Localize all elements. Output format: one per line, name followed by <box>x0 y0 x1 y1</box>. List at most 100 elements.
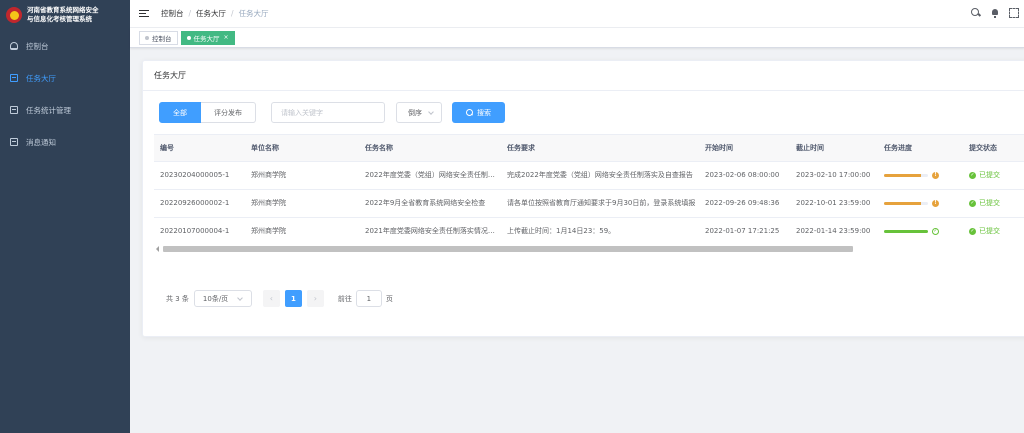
goto-label: 前往 <box>337 294 352 303</box>
page-unit-label: 页 <box>385 294 393 303</box>
dashboard-icon <box>10 42 18 50</box>
warning-circle-icon: ! <box>932 171 939 179</box>
breadcrumb: 控制台 / 任务大厅 / 任务大厅 <box>161 8 269 19</box>
tag-dot-icon <box>186 35 191 40</box>
cell-requirement: 请各单位按照省教育厅通知要求于9月30日前，登录系统填报 <box>501 189 699 218</box>
navbar-actions <box>971 8 1019 18</box>
tag-task-hall[interactable]: 任务大厅 × <box>180 30 235 45</box>
document-icon <box>10 106 18 114</box>
filter-all-button[interactable]: 全部 <box>159 102 201 123</box>
cell-requirement: 完成2022年度党委（党组）网络安全责任制落实及自查报告 <box>501 161 699 190</box>
status-text: 已提交 <box>979 199 1000 207</box>
breadcrumb-current: 任务大厅 <box>238 9 269 18</box>
menu-toggle-icon[interactable] <box>139 9 149 18</box>
check-circle-icon: ✓ <box>969 199 976 207</box>
logo: 河南省教育系统网络安全 与信息化考核管理系统 <box>0 0 130 30</box>
search-icon <box>466 109 473 116</box>
prev-page-button[interactable]: ‹ <box>262 290 280 307</box>
cell-id: 20230204000005-1 <box>154 161 245 190</box>
breadcrumb-separator: / <box>188 9 192 18</box>
progress-bar <box>884 173 928 177</box>
tag-dashboard[interactable]: 控制台 <box>139 30 178 45</box>
column-header-task-name: 任务名称 <box>359 135 501 162</box>
cell-end-time: 2023-02-10 17:00:00 <box>790 161 878 190</box>
column-header-progress: 任务进度 <box>878 135 963 162</box>
tag-label: 控制台 <box>152 34 172 43</box>
scroll-left-icon[interactable] <box>156 246 159 252</box>
app-title-line1: 河南省教育系统网络安全 <box>27 6 99 14</box>
column-header-start-time: 开始时间 <box>699 135 790 162</box>
cell-end-time: 2022-01-14 23:59:00 <box>790 217 878 246</box>
navbar: 控制台 / 任务大厅 / 任务大厅 <box>130 0 1024 28</box>
card-title: 任务大厅 <box>143 61 1024 91</box>
filter-review-button[interactable]: 评分发布 <box>201 102 256 123</box>
cell-progress: ✓ <box>878 217 963 246</box>
sidebar: 河南省教育系统网络安全 与信息化考核管理系统 控制台 任务大厅 任务统计管理 消… <box>0 0 130 433</box>
cell-start-time: 2023-02-06 08:00:00 <box>699 161 790 190</box>
column-header-id: 编号 <box>154 135 245 162</box>
cell-task-name[interactable]: 2022年9月全省教育系统网络安全检查 <box>359 189 501 218</box>
page-number-current[interactable]: 1 <box>284 290 302 307</box>
column-header-end-time: 截止时间 <box>790 135 878 162</box>
cell-status: ✓ 已提交 <box>963 217 1024 246</box>
sidebar-item-task-hall[interactable]: 任务大厅 <box>0 62 130 94</box>
keyword-input[interactable] <box>271 102 385 123</box>
next-page-button[interactable]: › <box>306 290 324 307</box>
cell-progress: ! <box>878 161 963 190</box>
cell-unit: 郑州商学院 <box>245 189 359 218</box>
cell-unit: 郑州商学院 <box>245 161 359 190</box>
cell-start-time: 2022-09-26 09:48:36 <box>699 189 790 218</box>
horizontal-scrollbar[interactable] <box>154 245 1024 253</box>
app-title: 河南省教育系统网络安全 与信息化考核管理系统 <box>27 6 99 24</box>
scrollbar-thumb[interactable] <box>163 246 853 252</box>
status-text: 已提交 <box>979 171 1000 179</box>
progress-bar <box>884 201 928 205</box>
filter-segment: 全部 评分发布 <box>159 102 256 123</box>
document-icon <box>10 138 18 146</box>
page-size-value: 10条/页 <box>202 294 229 303</box>
cell-id: 20220926000002-1 <box>154 189 245 218</box>
pagination-total: 共 3 条 <box>166 294 189 303</box>
progress-fill <box>884 173 922 177</box>
search-button[interactable]: 搜索 <box>452 102 505 123</box>
column-header-status: 提交状态 <box>963 135 1024 162</box>
tag-dot-icon <box>145 35 149 40</box>
check-circle-icon: ✓ <box>969 171 976 179</box>
filter-toolbar: 全部 评分发布 倒序 搜索 <box>159 102 505 123</box>
sidebar-item-notifications[interactable]: 消息通知 <box>0 126 130 158</box>
sidebar-item-task-statistics[interactable]: 任务统计管理 <box>0 94 130 126</box>
tag-label: 任务大厅 <box>193 34 220 43</box>
cell-task-name[interactable]: 2022年度党委（党组）网络安全责任制落实情况报告 <box>359 161 501 190</box>
table-row[interactable]: 20220926000002-1 郑州商学院 2022年9月全省教育系统网络安全检查… <box>154 189 1024 218</box>
tags-view: 控制台 任务大厅 × <box>130 28 1024 48</box>
bell-icon[interactable] <box>990 8 1000 18</box>
progress-bar <box>884 229 928 233</box>
warning-circle-icon: ! <box>932 199 939 207</box>
cell-unit: 郑州商学院 <box>245 217 359 246</box>
cell-task-name[interactable]: 2021年度党委网络安全责任制落实情况报告 <box>359 217 501 246</box>
sidebar-item-label: 控制台 <box>26 41 49 51</box>
sort-select-value: 倒序 <box>408 108 422 117</box>
breadcrumb-item-dashboard[interactable]: 控制台 <box>161 8 184 19</box>
cell-status: ✓ 已提交 <box>963 161 1024 190</box>
cell-end-time: 2022-10-01 23:59:00 <box>790 189 878 218</box>
close-icon[interactable]: × <box>224 34 229 41</box>
page-size-select[interactable]: 10条/页 <box>193 290 252 307</box>
sidebar-item-label: 任务统计管理 <box>26 105 71 115</box>
table-row[interactable]: 20230204000005-1 郑州商学院 2022年度党委（党组）网络安全责任制… <box>154 161 1024 190</box>
fullscreen-icon[interactable] <box>1009 8 1019 18</box>
sort-select[interactable]: 倒序 <box>396 102 442 123</box>
sidebar-item-dashboard[interactable]: 控制台 <box>0 30 130 62</box>
search-button-label: 搜索 <box>477 108 491 117</box>
goto-page-input[interactable] <box>355 290 382 307</box>
table-header-row: 编号 单位名称 任务名称 任务要求 开始时间 截止时间 任务进度 提交状态 <box>154 135 1024 162</box>
task-table: 编号 单位名称 任务名称 任务要求 开始时间 截止时间 任务进度 提交状态 20… <box>154 134 1024 255</box>
search-icon[interactable] <box>971 8 981 18</box>
cell-progress: ! <box>878 189 963 218</box>
status-text: 已提交 <box>979 227 1000 235</box>
breadcrumb-item-task-hall[interactable]: 任务大厅 <box>196 8 226 19</box>
sidebar-item-label: 消息通知 <box>26 137 56 147</box>
document-icon <box>10 74 18 82</box>
task-hall-card: 任务大厅 全部 评分发布 倒序 搜索 编号 单位名称 任务名称 <box>142 60 1024 337</box>
table-row[interactable]: 20220107000004-1 郑州商学院 2021年度党委网络安全责任制落实情况… <box>154 217 1024 246</box>
